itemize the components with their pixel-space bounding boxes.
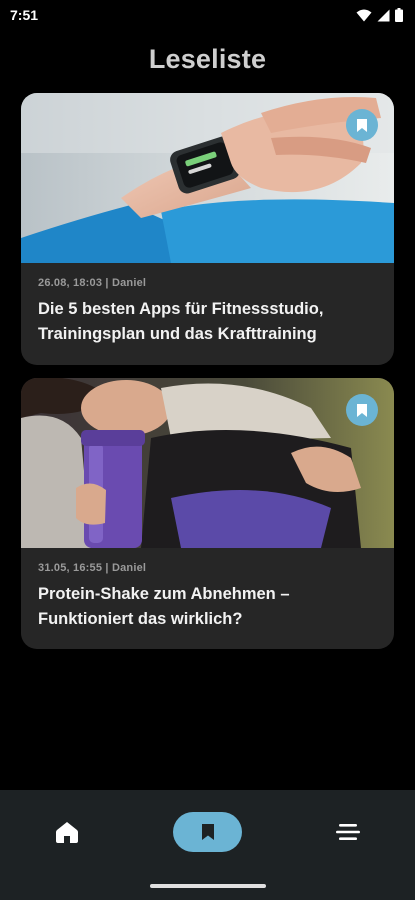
bookmark-icon — [357, 403, 367, 417]
article-title[interactable]: Die 5 besten Apps für Fitnessstudio, Tra… — [38, 297, 377, 347]
wifi-icon — [356, 9, 372, 21]
status-time: 7:51 — [10, 7, 39, 23]
bookmark-button[interactable] — [346, 109, 378, 141]
article-card[interactable]: 31.05, 16:55 | Daniel Protein-Shake zum … — [21, 378, 394, 649]
article-image-smartwatch — [21, 93, 394, 263]
nav-menu-button[interactable] — [325, 812, 371, 852]
nav-reading-list-button[interactable] — [173, 812, 242, 852]
bookmark-icon — [201, 824, 214, 840]
status-bar: 7:51 — [0, 0, 415, 30]
article-title[interactable]: Protein-Shake zum Abnehmen – Funktionier… — [38, 582, 377, 632]
battery-icon — [395, 8, 403, 22]
signal-icon — [377, 9, 390, 21]
bookmark-icon — [357, 118, 367, 132]
page-title: Leseliste — [148, 44, 267, 74]
article-image-protein-shake — [21, 378, 394, 548]
article-meta: 26.08, 18:03 | Daniel — [38, 277, 147, 289]
bookmark-button[interactable] — [346, 394, 378, 426]
article-meta: 31.05, 16:55 | Daniel — [38, 562, 147, 574]
status-icons — [356, 8, 403, 22]
nav-home-button[interactable] — [44, 812, 90, 852]
home-indicator[interactable] — [150, 884, 266, 888]
menu-icon — [336, 824, 360, 840]
article-card[interactable]: 26.08, 18:03 | Daniel Die 5 besten Apps … — [21, 93, 394, 365]
home-icon — [56, 822, 78, 843]
